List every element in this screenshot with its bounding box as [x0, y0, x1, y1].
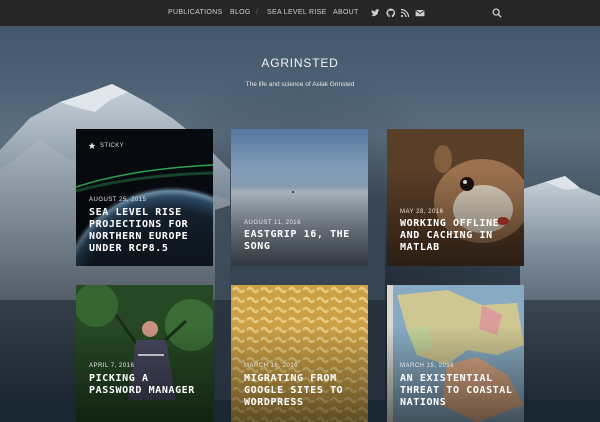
nav-sea-level-rise[interactable]: SEA LEVEL RISE — [267, 0, 327, 26]
email-icon[interactable] — [415, 8, 425, 18]
post-card[interactable]: AUGUST 11, 2016 EASTGRIP 16, THE SONG — [231, 129, 368, 266]
post-card[interactable]: MARCH 16, 2016 MIGRATING FROM GOOGLE SIT… — [231, 285, 368, 422]
post-card[interactable]: MARCH 15, 2016 AN EXISTENTIAL THREAT TO … — [387, 285, 524, 422]
sticky-badge: STICKY — [88, 142, 124, 150]
nav-separator: / — [256, 9, 258, 16]
post-date: MAY 28, 2016 — [400, 209, 444, 215]
nav-blog[interactable]: BLOG — [230, 0, 251, 26]
post-card[interactable]: STICKY AUGUST 25, 2015 SEA LEVEL RISE PR… — [76, 129, 213, 266]
post-card[interactable]: MAY 28, 2016 WORKING OFFLINE AND CACHING… — [387, 129, 524, 266]
post-title[interactable]: EASTGRIP 16, THE SONG — [244, 229, 362, 253]
post-date: AUGUST 11, 2016 — [244, 220, 301, 226]
nav-publications[interactable]: PUBLICATIONS — [168, 0, 222, 26]
nav-about[interactable]: ABOUT — [333, 0, 359, 26]
site-title[interactable]: AGRINSTED — [0, 56, 600, 70]
post-date: MARCH 15, 2016 — [400, 363, 455, 369]
search-icon[interactable] — [492, 8, 502, 18]
post-date: AUGUST 25, 2015 — [89, 197, 147, 203]
twitter-icon[interactable] — [370, 8, 380, 18]
top-navigation-bar: PUBLICATIONS / BLOG / SEA LEVEL RISE / A… — [0, 0, 600, 26]
post-title[interactable]: MIGRATING FROM GOOGLE SITES TO WORDPRESS — [244, 373, 362, 409]
post-card[interactable]: APRIL 7, 2016 PICKING A PASSWORD MANAGER — [76, 285, 213, 422]
post-date: APRIL 7, 2016 — [89, 363, 135, 369]
card-overlay — [76, 285, 213, 422]
post-title[interactable]: AN EXISTENTIAL THREAT TO COASTAL NATIONS — [400, 373, 518, 409]
nav-separator: / — [220, 9, 222, 16]
site-tagline: The life and science of Aslak Grinsted — [245, 81, 355, 88]
post-title[interactable]: WORKING OFFLINE AND CACHING IN MATLAB — [400, 218, 518, 254]
post-date: MARCH 16, 2016 — [244, 363, 299, 369]
github-icon[interactable] — [386, 8, 396, 18]
nav-separator: / — [321, 9, 323, 16]
sticky-label: STICKY — [100, 143, 125, 149]
star-icon — [88, 142, 96, 149]
rss-icon[interactable] — [400, 8, 410, 18]
post-title[interactable]: PICKING A PASSWORD MANAGER — [89, 373, 207, 397]
post-title[interactable]: SEA LEVEL RISE PROJECTIONS FOR NORTHERN … — [89, 207, 207, 255]
